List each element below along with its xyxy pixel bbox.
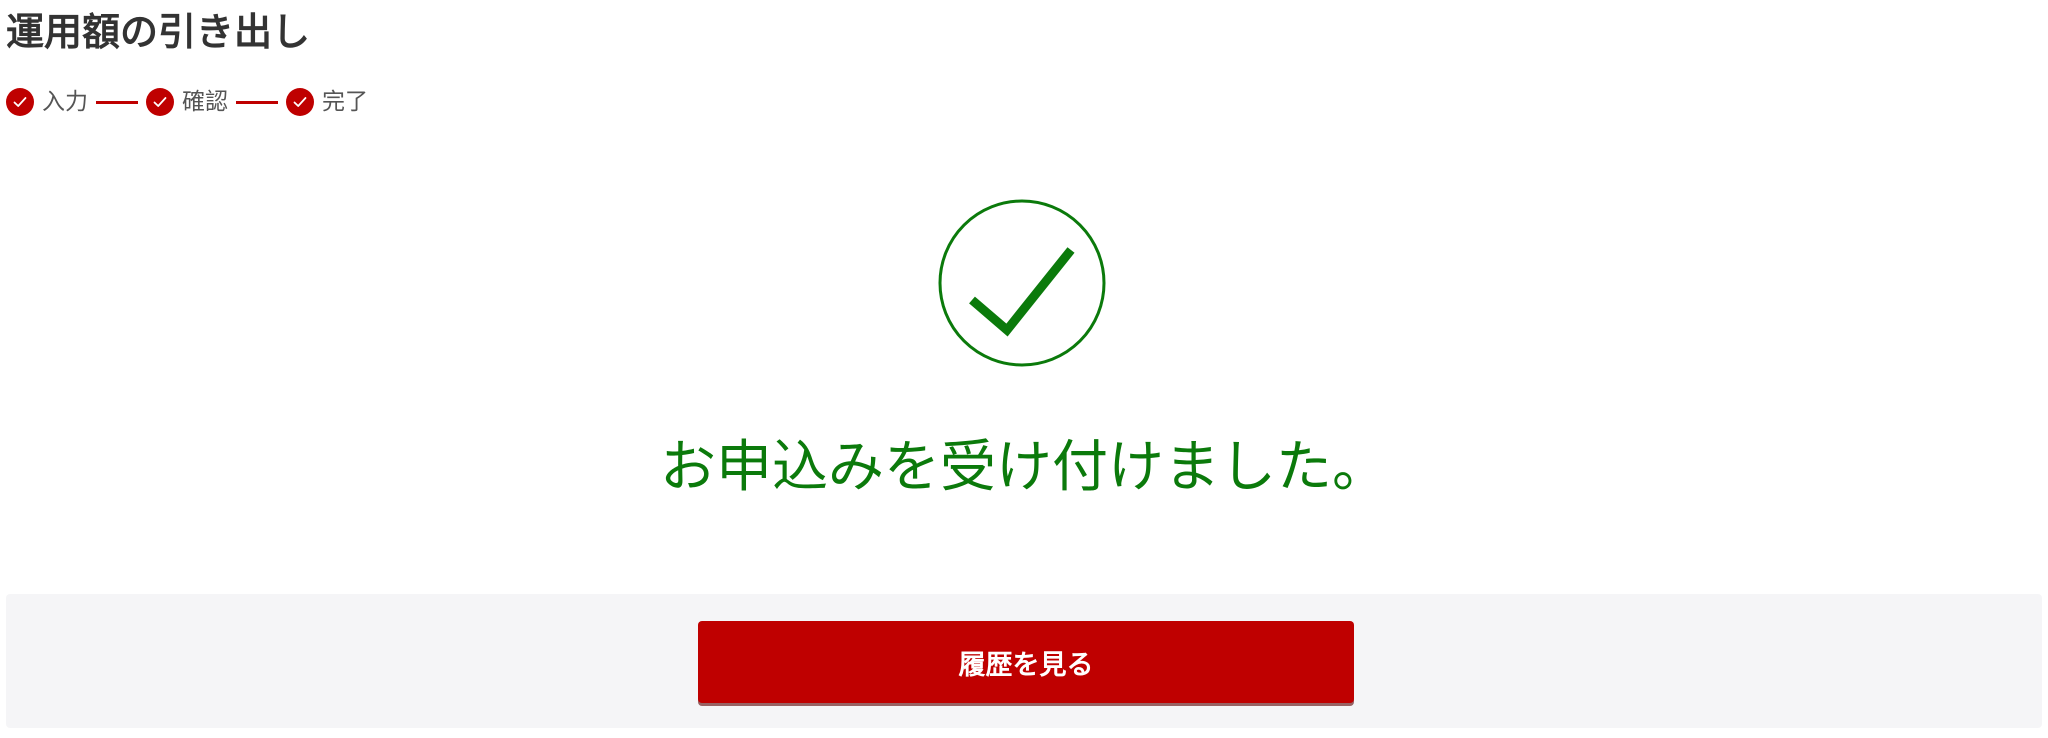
success-check-icon xyxy=(937,198,1107,368)
page-title: 運用額の引き出し xyxy=(6,10,311,54)
check-circle-icon xyxy=(146,88,174,116)
progress-stepper: 入力 確認 完了 xyxy=(6,86,368,118)
step-connector xyxy=(96,100,138,104)
step-complete: 完了 xyxy=(286,86,368,118)
step-label-confirm: 確認 xyxy=(182,89,228,115)
action-footer: 履歴を見る xyxy=(6,594,2042,728)
success-message: お申込みを受け付けました。 xyxy=(660,435,1388,500)
check-circle-icon xyxy=(286,88,314,116)
step-label-complete: 完了 xyxy=(322,89,368,115)
view-history-button[interactable]: 履歴を見る xyxy=(698,621,1354,703)
step-input: 入力 xyxy=(6,86,88,118)
check-circle-icon xyxy=(6,88,34,116)
step-label-input: 入力 xyxy=(42,89,88,115)
step-connector xyxy=(236,100,278,104)
page: 運用額の引き出し 入力 確認 完了 お申込みを受け付けました。 履歴を見る xyxy=(0,0,2048,738)
step-confirm: 確認 xyxy=(146,86,228,118)
